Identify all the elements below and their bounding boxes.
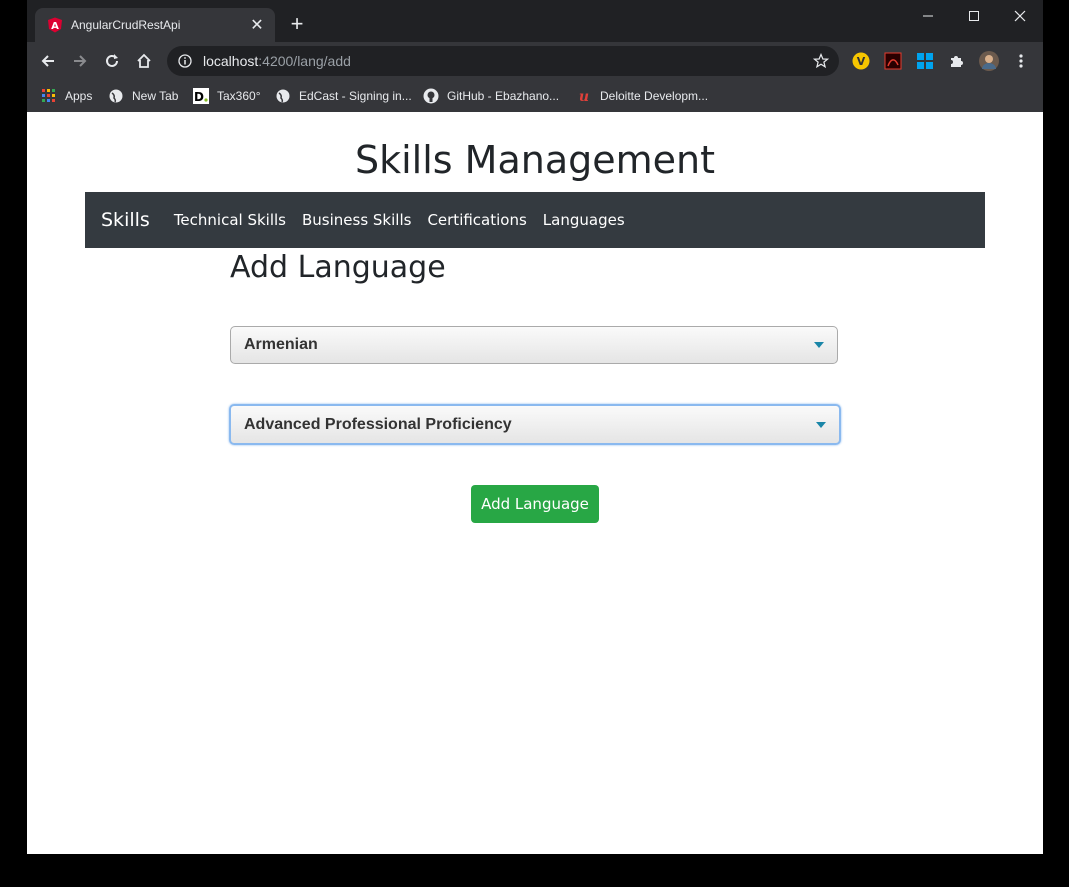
language-select[interactable]: Armenian <box>230 326 838 364</box>
close-window-icon[interactable] <box>997 4 1043 28</box>
github-icon <box>423 88 439 104</box>
nav-business-skills[interactable]: Business Skills <box>294 211 419 229</box>
home-icon[interactable] <box>131 48 157 74</box>
bookmark-label: EdCast - Signing in... <box>299 89 412 103</box>
svg-text:u: u <box>579 89 589 104</box>
bookmark-deloitte[interactable]: u Deloitte Developm... <box>576 85 708 107</box>
nav-certifications[interactable]: Certifications <box>419 211 534 229</box>
browser-toolbar: localhost:4200/lang/add V <box>27 42 1043 80</box>
windows-extension-icon[interactable] <box>915 51 935 71</box>
bookmark-label: Apps <box>65 89 93 103</box>
angular-icon: A <box>47 17 63 33</box>
url-host: localhost <box>203 53 259 69</box>
more-menu-icon[interactable] <box>1011 51 1031 71</box>
udemy-u-icon: u <box>576 88 592 104</box>
browser-tab[interactable]: A AngularCrudRestApi ✕ <box>35 8 275 42</box>
browser-window: A AngularCrudRestApi ✕ + localhost:4200/… <box>27 0 1043 854</box>
bookmark-label: Tax360° <box>217 89 261 103</box>
language-select-value: Armenian <box>244 336 318 353</box>
bookmark-label: GitHub - Ebazhano... <box>447 89 560 103</box>
bookmark-star-icon[interactable] <box>809 53 833 69</box>
form-heading: Add Language <box>230 250 446 285</box>
close-tab-icon[interactable]: ✕ <box>245 15 269 35</box>
bookmark-new-tab[interactable]: New Tab <box>108 85 178 107</box>
acrobat-extension-icon[interactable] <box>883 51 903 71</box>
svg-text:A: A <box>51 21 59 32</box>
apps-grid-icon <box>41 88 57 104</box>
site-info-icon[interactable] <box>177 53 193 69</box>
navbar-brand[interactable]: Skills <box>101 209 150 231</box>
bookmark-label: Deloitte Developm... <box>600 89 709 103</box>
deloitte-d-icon: D <box>193 88 209 104</box>
forward-icon[interactable] <box>67 48 93 74</box>
dropdown-arrow-icon <box>814 342 824 348</box>
maximize-icon[interactable] <box>951 4 997 28</box>
tab-title: AngularCrudRestApi <box>71 18 181 32</box>
nav-technical-skills[interactable]: Technical Skills <box>166 211 294 229</box>
add-language-button[interactable]: Add Language <box>471 485 599 523</box>
svg-text:V: V <box>857 55 866 68</box>
bookmark-tax360[interactable]: D Tax360° <box>193 85 261 107</box>
proficiency-select[interactable]: Advanced Professional Proficiency <box>229 404 841 445</box>
new-tab-button[interactable]: + <box>285 12 309 36</box>
bookmark-edcast[interactable]: EdCast - Signing in... <box>275 85 412 107</box>
globe-icon <box>275 88 291 104</box>
reload-icon[interactable] <box>99 48 125 74</box>
bookmark-apps[interactable]: Apps <box>41 85 92 107</box>
dropdown-arrow-icon <box>816 421 826 428</box>
url-text: localhost:4200/lang/add <box>203 53 809 69</box>
page-title: Skills Management <box>355 138 715 182</box>
main-navbar: Skills Technical Skills Business Skills … <box>85 192 985 248</box>
url-path: :4200/lang/add <box>258 53 351 69</box>
proficiency-select-value: Advanced Professional Proficiency <box>244 415 512 433</box>
svg-text:D: D <box>194 90 204 104</box>
page-content: Skills Management Skills Technical Skill… <box>27 112 1043 854</box>
globe-icon <box>108 88 124 104</box>
extensions-puzzle-icon[interactable] <box>947 51 967 71</box>
profile-avatar[interactable] <box>979 51 999 71</box>
nav-languages[interactable]: Languages <box>535 211 633 229</box>
bookmark-github[interactable]: GitHub - Ebazhano... <box>423 85 559 107</box>
tab-strip: A AngularCrudRestApi ✕ + <box>27 0 1043 42</box>
bookmarks-bar: Apps New Tab D Tax360° EdCast - Signing … <box>27 80 1043 113</box>
bookmark-label: New Tab <box>132 89 179 103</box>
minimize-icon[interactable] <box>905 4 951 28</box>
address-bar[interactable]: localhost:4200/lang/add <box>167 46 839 76</box>
back-icon[interactable] <box>35 48 61 74</box>
vimeo-extension-icon[interactable]: V <box>851 51 871 71</box>
